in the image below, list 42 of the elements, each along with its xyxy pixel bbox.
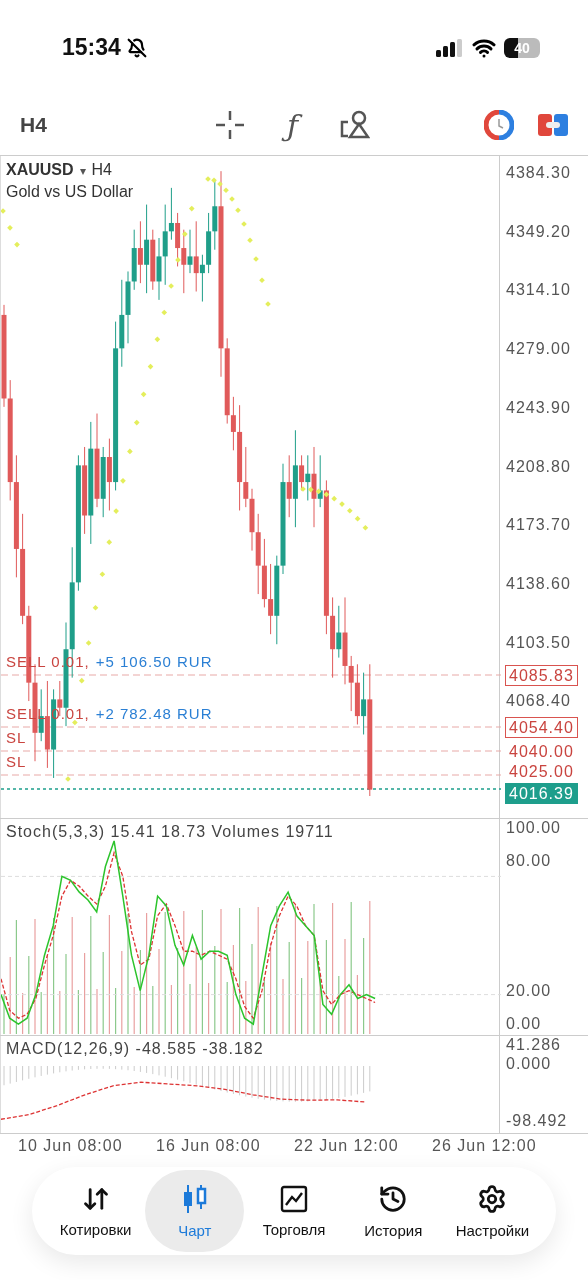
order-profit: +5 106.50 RUR bbox=[95, 653, 213, 670]
price-label: 4279.00 bbox=[506, 340, 571, 359]
price-label: 4243.90 bbox=[506, 398, 571, 417]
level-label: 41.286 bbox=[506, 1036, 561, 1054]
macd-title: MACD(12,26,9) -48.585 -38.182 bbox=[6, 1040, 264, 1058]
time-label: 16 Jun 08:00 bbox=[156, 1137, 261, 1155]
level-label: -98.492 bbox=[506, 1112, 568, 1130]
nav-tab[interactable]: История bbox=[343, 1170, 443, 1252]
price-label: 4349.20 bbox=[506, 222, 571, 241]
stochastic-title: Stoch(5,3,3) 15.41 18.73 Volumes 19711 bbox=[6, 823, 334, 841]
price-label: 4103.50 bbox=[506, 633, 571, 652]
level-label: 20.00 bbox=[506, 982, 552, 1000]
current-price: 4016.39 bbox=[505, 783, 578, 804]
nav-tab[interactable]: Настройки bbox=[442, 1170, 542, 1252]
order-label: SL bbox=[6, 753, 27, 770]
status-time: 15:34 bbox=[62, 34, 121, 61]
caret-icon[interactable]: ▾ bbox=[79, 164, 86, 178]
nav-tab[interactable]: Торговля bbox=[244, 1170, 344, 1252]
indicators-button[interactable]: ƒ bbox=[281, 105, 305, 145]
nav-tab[interactable]: Котировки bbox=[46, 1170, 146, 1252]
level-label: 0.000 bbox=[506, 1055, 552, 1073]
order-price: 4085.83 bbox=[505, 665, 578, 686]
price-label: 4384.30 bbox=[506, 164, 571, 182]
symbol-description: Gold vs US Dollar bbox=[6, 183, 134, 201]
price-label: 4138.60 bbox=[506, 574, 571, 593]
order-label: SL bbox=[6, 729, 27, 746]
order-profit: +2 782.48 RUR bbox=[95, 705, 213, 722]
price-label: 4314.10 bbox=[506, 281, 571, 300]
level-label: 80.00 bbox=[506, 852, 552, 870]
chart-timeframe: H4 bbox=[91, 161, 112, 179]
time-label: 10 Jun 08:00 bbox=[18, 1137, 123, 1155]
price-label: 4173.70 bbox=[506, 516, 571, 535]
order-price: 4054.40 bbox=[505, 717, 578, 738]
level-label: 100.00 bbox=[506, 819, 561, 837]
nav-tab[interactable]: Чарт bbox=[145, 1170, 245, 1252]
price-label: 4208.80 bbox=[506, 457, 571, 476]
price-label: 4068.40 bbox=[506, 692, 571, 711]
time-label: 26 Jun 12:00 bbox=[432, 1137, 537, 1155]
symbol-name[interactable]: XAUUSD bbox=[6, 161, 74, 179]
time-label: 22 Jun 12:00 bbox=[294, 1137, 399, 1155]
timeframe-button[interactable]: H4 bbox=[20, 113, 47, 137]
level-label: 0.00 bbox=[506, 1015, 542, 1033]
